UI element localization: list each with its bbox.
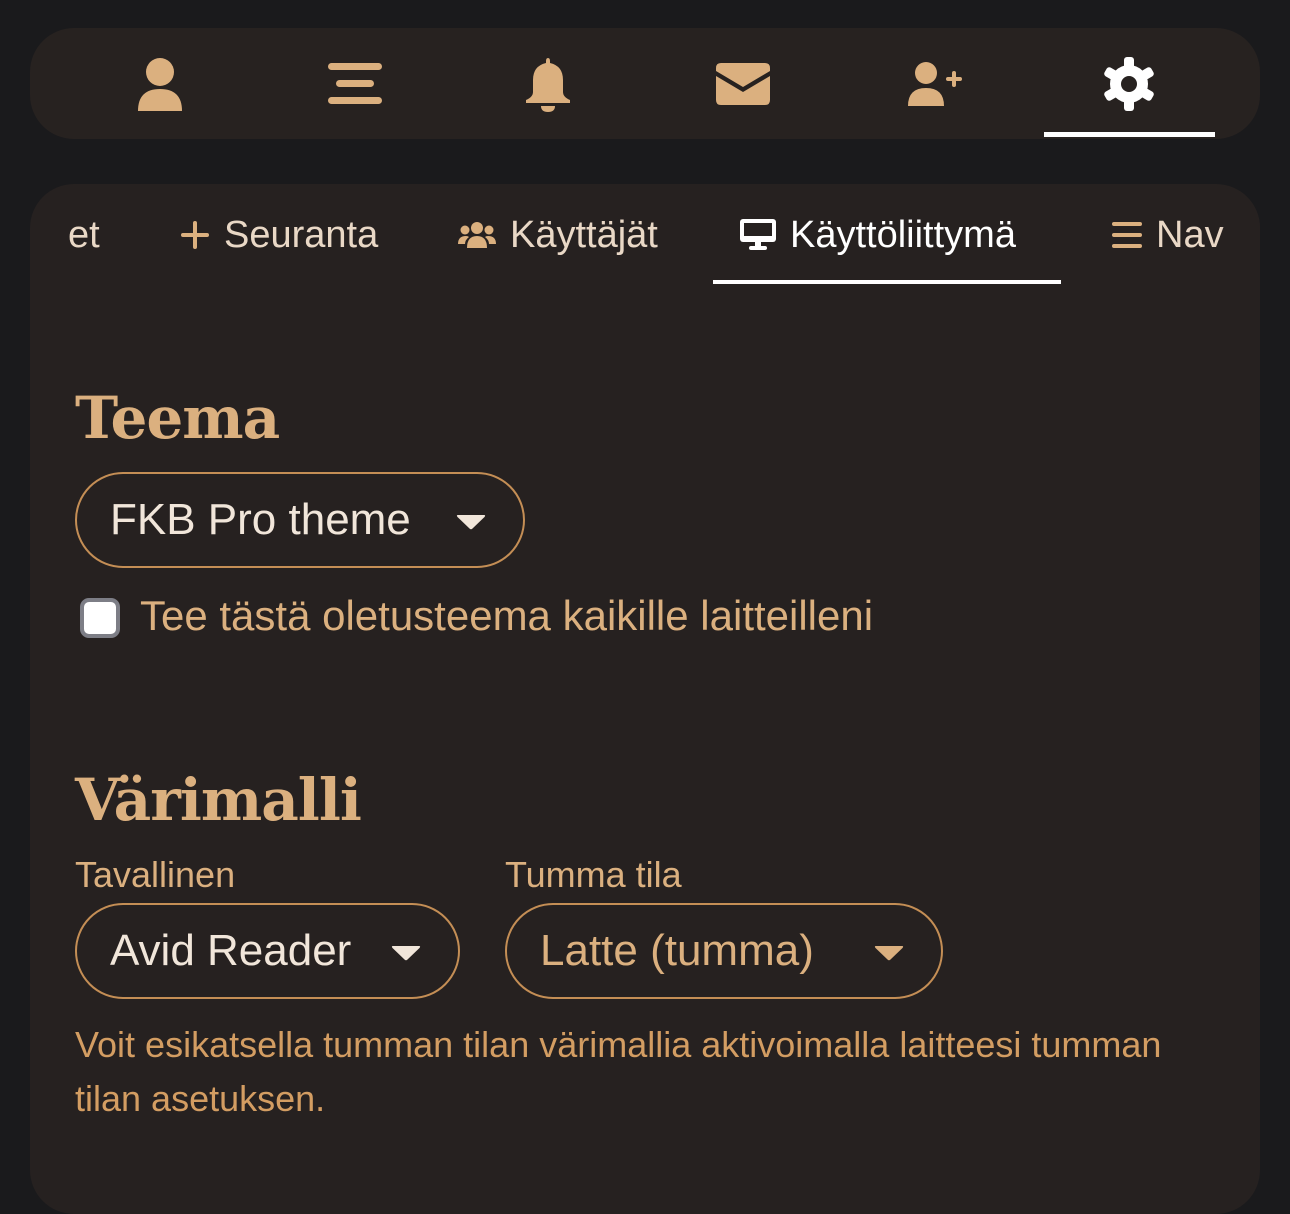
bars-icon <box>1112 222 1142 248</box>
tab-active-indicator <box>713 280 1061 284</box>
tab-kayttoliittyma[interactable]: Käyttöliittymä <box>740 210 1016 260</box>
default-theme-checkbox[interactable] <box>80 598 120 638</box>
active-indicator <box>1044 132 1215 137</box>
tab-previous[interactable]: et <box>68 210 100 260</box>
plus-icon <box>181 221 209 249</box>
settings-panel: et Seuranta Käyttäjät Käyttöliittymä Nav… <box>30 184 1260 1214</box>
menu-button[interactable] <box>270 28 440 139</box>
theme-heading: Teema <box>75 384 280 452</box>
follow-requests-button[interactable] <box>850 28 1020 139</box>
dark-mode-hint: Voit esikatsella tumman tilan värimallia… <box>75 1024 1162 1119</box>
normal-color-select[interactable]: Avid Reader <box>75 903 460 999</box>
caret-down-icon <box>456 515 486 530</box>
tabs-fade <box>1220 184 1260 294</box>
menu-lines-icon <box>328 62 382 104</box>
color-model-heading: Värimalli <box>75 766 362 834</box>
envelope-icon <box>716 62 770 105</box>
settings-button[interactable] <box>1044 28 1214 139</box>
tab-seuranta[interactable]: Seuranta <box>180 210 378 260</box>
tab-label: Seuranta <box>224 213 379 256</box>
dark-mode-label: Tumma tila <box>505 854 682 895</box>
top-navigation-bar <box>30 28 1260 139</box>
profile-button[interactable] <box>75 28 245 139</box>
normal-mode-label: Tavallinen <box>75 854 236 895</box>
tab-kayttajat[interactable]: Käyttäjät <box>458 210 658 260</box>
bell-icon <box>526 57 570 112</box>
settings-tabs: et Seuranta Käyttäjät Käyttöliittymä Nav <box>30 184 1260 294</box>
tab-label: Käyttöliittymä <box>790 213 1016 256</box>
default-theme-label: Tee tästä oletusteema kaikille laitteill… <box>140 592 874 639</box>
user-plus-icon <box>908 61 962 106</box>
user-icon <box>138 57 182 111</box>
desktop-icon <box>740 219 776 250</box>
normal-color-value: Avid Reader <box>110 926 352 975</box>
theme-select[interactable]: FKB Pro theme <box>75 472 525 568</box>
theme-select-value: FKB Pro theme <box>110 495 411 544</box>
messages-button[interactable] <box>658 28 828 139</box>
tab-label: Nav <box>1156 213 1224 256</box>
tab-label: Käyttäjät <box>510 213 658 256</box>
tab-nav[interactable]: Nav <box>1112 210 1224 260</box>
tab-label: et <box>68 213 100 256</box>
caret-down-icon <box>391 946 421 961</box>
caret-down-icon <box>874 946 904 961</box>
users-icon <box>458 222 496 248</box>
dark-color-value: Latte (tumma) <box>540 926 814 975</box>
dark-color-select[interactable]: Latte (tumma) <box>505 903 943 999</box>
notifications-button[interactable] <box>463 28 633 139</box>
gear-icon <box>1104 56 1154 111</box>
